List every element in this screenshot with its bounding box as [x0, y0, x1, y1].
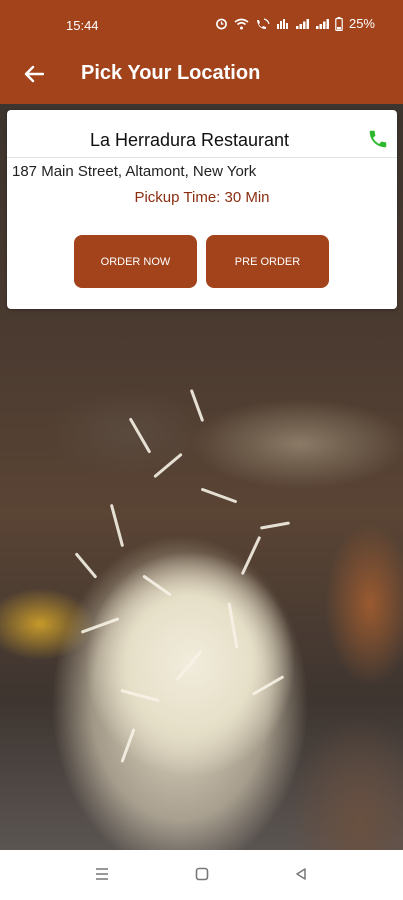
restaurant-address: 187 Main Street, Altamont, New York — [12, 163, 257, 180]
back-button[interactable] — [18, 60, 50, 92]
recent-apps-button[interactable] — [92, 866, 112, 886]
restaurant-name: La Herradura Restaurant — [89, 130, 290, 150]
status-icons: 25% — [215, 16, 375, 31]
call-button[interactable] — [367, 128, 389, 155]
system-back-button[interactable] — [291, 866, 311, 886]
wifi-icon — [234, 18, 249, 30]
back-icon — [294, 867, 308, 886]
battery-icon — [335, 16, 343, 31]
system-nav-bar — [0, 850, 403, 900]
location-card: La Herradura Restaurant 187 Main Street,… — [7, 110, 397, 309]
home-icon — [195, 867, 209, 886]
phone-icon — [367, 130, 389, 154]
status-time: 15:44 — [66, 18, 99, 33]
order-now-button[interactable]: ORDER NOW — [74, 235, 197, 288]
battery-percent: 25% — [348, 16, 375, 31]
pickup-time: Pickup Time: 30 Min — [134, 189, 270, 206]
pre-order-button[interactable]: PRE ORDER — [206, 235, 329, 288]
signal-icon — [295, 18, 309, 30]
wifi-call-icon — [255, 17, 270, 30]
alarm-icon — [215, 17, 228, 30]
status-bar: 15:44 25% — [0, 0, 403, 50]
app-bar: Pick Your Location — [0, 50, 403, 104]
signal-icon — [315, 18, 329, 30]
home-button[interactable] — [192, 866, 212, 886]
menu-icon — [94, 867, 110, 886]
volte-icon — [276, 18, 289, 30]
page-title: Pick Your Location — [81, 62, 261, 84]
card-divider — [7, 157, 397, 158]
arrow-left-icon — [24, 65, 45, 88]
